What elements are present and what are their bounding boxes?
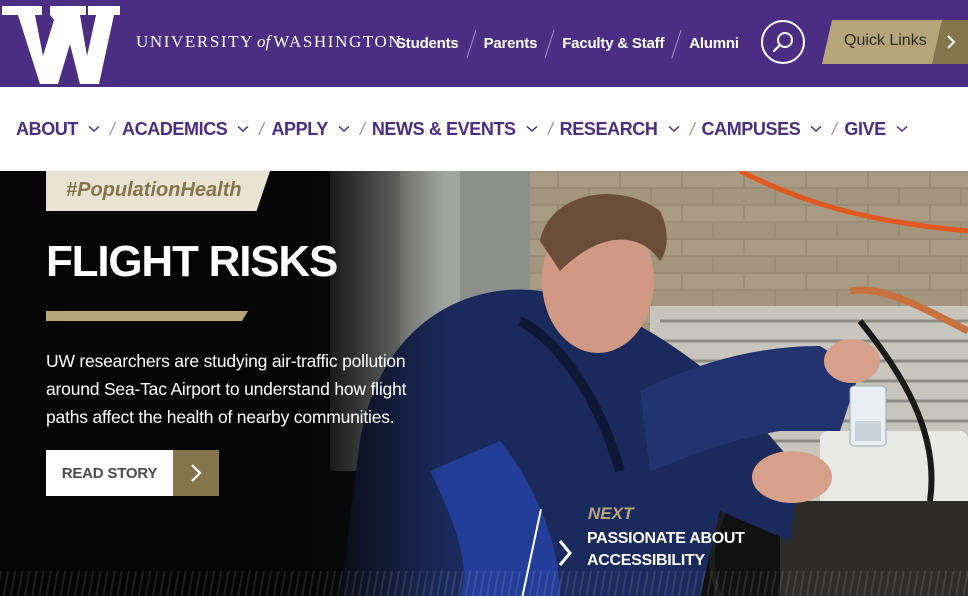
nav-item-news-events[interactable]: NEWS & EVENTS [372, 119, 538, 140]
nav-item-research[interactable]: RESEARCH [560, 119, 680, 140]
audience-separator [465, 29, 477, 58]
nav-label: RESEARCH [559, 118, 658, 139]
audience-nav: Students Parents Faculty & Staff Alumni [396, 0, 739, 87]
quick-links-button[interactable]: Quick Links [822, 20, 968, 64]
audience-separator [544, 29, 555, 58]
audience-separator [671, 29, 682, 58]
nav-separator: / [687, 118, 697, 139]
top-bar: UNIVERSITY of WASHINGTON Students Parents … [0, 0, 968, 87]
chevron-down-icon [88, 125, 100, 133]
nav-label: ABOUT [16, 118, 78, 139]
nav-label: NEWS & EVENTS [371, 118, 516, 139]
nav-label: GIVE [844, 118, 886, 139]
hero-carousel: #PopulationHealth FLIGHT RISKS UW resear… [0, 171, 968, 596]
wordmark-washington: WASHINGTON [273, 32, 403, 51]
chevron-down-icon [338, 125, 350, 133]
next-story-title: PASSIONATE ABOUT ACCESSIBILITY [587, 530, 745, 569]
hashtag-tag[interactable]: #PopulationHealth [46, 171, 270, 211]
quick-links-toggle[interactable] [932, 20, 968, 64]
read-story-label: READ STORY [61, 464, 158, 482]
nav-item-academics[interactable]: ACADEMICS [122, 119, 249, 140]
search-icon [772, 32, 793, 53]
chevron-right-icon [191, 464, 202, 482]
chevron-down-icon [526, 125, 538, 133]
nav-item-apply[interactable]: APPLY [271, 118, 350, 140]
chevron-right-icon [558, 540, 572, 566]
wordmark-of: of [257, 32, 271, 51]
audience-link-parents[interactable]: Parents [484, 35, 538, 52]
quick-links-label: Quick Links [844, 32, 927, 49]
nav-label: APPLY [271, 118, 328, 139]
read-story-arrow-button[interactable] [173, 450, 219, 496]
university-wordmark[interactable]: UNIVERSITY of WASHINGTON [136, 32, 402, 52]
hashtag-label: #PopulationHealth [66, 179, 242, 201]
read-story-button[interactable]: READ STORY [46, 450, 173, 496]
gold-divider [46, 311, 248, 321]
uw-w-logo[interactable] [0, 4, 122, 86]
chevron-down-icon [810, 125, 822, 133]
nav-separator: / [108, 118, 117, 139]
hero-headline: FLIGHT RISKS [46, 237, 338, 286]
nav-label: ACADEMICS [122, 118, 228, 139]
main-nav: ABOUT / ACADEMICS / APPLY / NEWS & EVENT… [0, 87, 968, 171]
audience-link-faculty-staff[interactable]: Faculty & Staff [562, 35, 664, 52]
nav-separator: / [830, 118, 840, 139]
nav-item-give[interactable]: GIVE [844, 118, 908, 140]
chevron-down-icon [667, 125, 680, 133]
nav-item-about[interactable]: ABOUT [16, 119, 100, 140]
nav-separator: / [545, 118, 555, 139]
audience-link-students[interactable]: Students [396, 35, 459, 52]
chevron-right-icon [947, 35, 956, 49]
search-button[interactable] [761, 20, 805, 64]
wordmark-university: UNIVERSITY [136, 32, 254, 51]
audience-link-alumni[interactable]: Alumni [689, 35, 739, 52]
nav-separator: / [358, 118, 367, 139]
chevron-down-icon [896, 125, 908, 133]
chevron-down-icon [237, 125, 249, 133]
decorative-stripes [0, 571, 968, 596]
next-kicker: NEXT [588, 504, 634, 523]
nav-label: CAMPUSES [701, 118, 801, 139]
nav-item-campuses[interactable]: CAMPUSES [702, 119, 823, 140]
hero-summary: UW researchers are studying air-traffic … [46, 351, 407, 427]
nav-separator: / [257, 118, 267, 139]
